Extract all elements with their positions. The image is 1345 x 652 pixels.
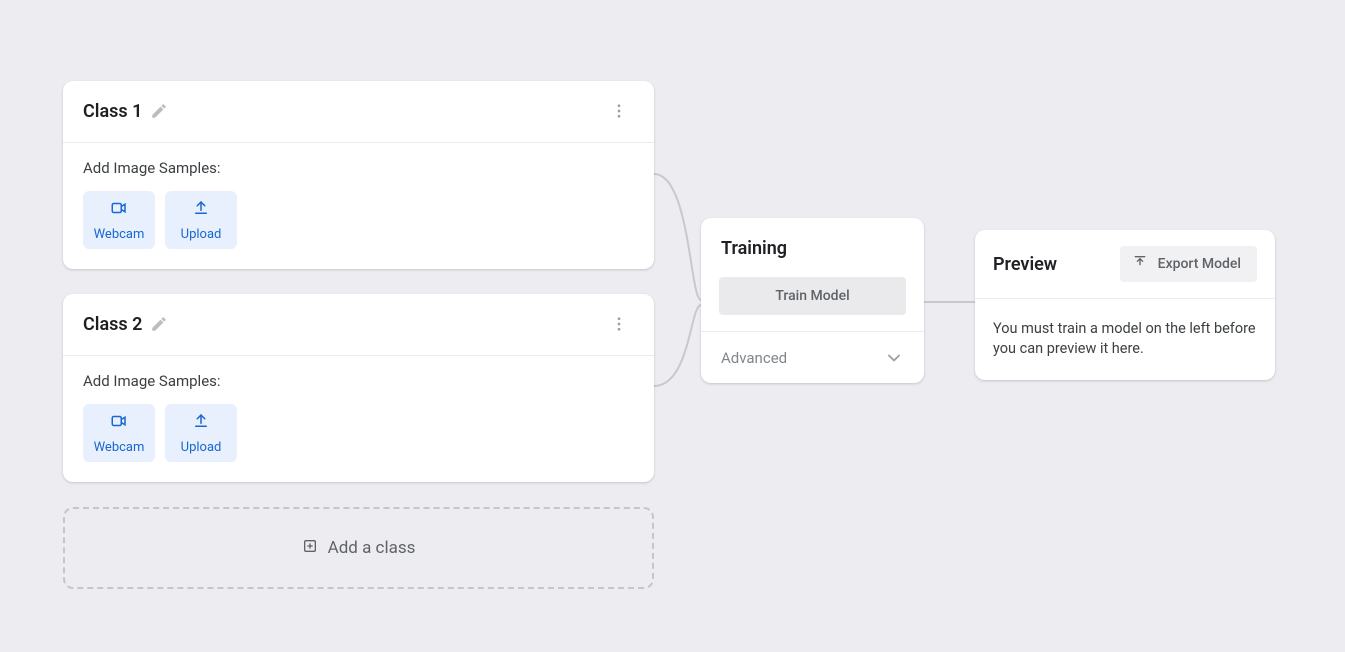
more-vert-icon[interactable] bbox=[604, 309, 634, 339]
sample-source-row: Webcam Upload bbox=[83, 404, 634, 462]
preview-title: Preview bbox=[993, 254, 1057, 275]
training-card: Training Train Model Advanced bbox=[701, 218, 924, 383]
pencil-icon[interactable] bbox=[150, 102, 168, 120]
class-title: Class 1 bbox=[83, 101, 142, 122]
export-label: Export Model bbox=[1158, 256, 1241, 272]
preview-body: You must train a model on the left befor… bbox=[975, 299, 1275, 380]
train-model-button[interactable]: Train Model bbox=[719, 277, 906, 315]
samples-label: Add Image Samples: bbox=[83, 372, 634, 390]
upload-icon bbox=[190, 199, 212, 221]
class-body: Add Image Samples: Webcam Upload bbox=[63, 143, 654, 269]
training-title: Training bbox=[721, 238, 787, 259]
chip-label: Upload bbox=[181, 227, 222, 242]
webcam-button[interactable]: Webcam bbox=[83, 404, 155, 462]
samples-label: Add Image Samples: bbox=[83, 159, 634, 177]
chip-label: Webcam bbox=[94, 227, 145, 242]
export-icon bbox=[1132, 254, 1148, 274]
videocam-icon bbox=[108, 412, 130, 434]
class-header: Class 2 bbox=[63, 294, 654, 356]
videocam-icon bbox=[108, 199, 130, 221]
upload-button[interactable]: Upload bbox=[165, 404, 237, 462]
more-vert-icon[interactable] bbox=[604, 96, 634, 126]
preview-card: Preview Export Model You must train a mo… bbox=[975, 230, 1275, 380]
pencil-icon[interactable] bbox=[150, 315, 168, 333]
chip-label: Upload bbox=[181, 440, 222, 455]
upload-button[interactable]: Upload bbox=[165, 191, 237, 249]
advanced-toggle[interactable]: Advanced bbox=[701, 331, 924, 383]
class-body: Add Image Samples: Webcam Upload bbox=[63, 356, 654, 482]
class-title: Class 2 bbox=[83, 314, 142, 335]
plus-box-icon bbox=[302, 538, 318, 559]
add-class-button[interactable]: Add a class bbox=[63, 507, 654, 589]
export-model-button[interactable]: Export Model bbox=[1120, 246, 1257, 282]
preview-header: Preview Export Model bbox=[975, 230, 1275, 299]
class-card-1: Class 1 Add Image Samples: Webcam bbox=[63, 81, 654, 269]
chip-label: Webcam bbox=[94, 440, 145, 455]
class-card-2: Class 2 Add Image Samples: Webcam bbox=[63, 294, 654, 482]
add-class-label: Add a class bbox=[328, 538, 416, 558]
sample-source-row: Webcam Upload bbox=[83, 191, 634, 249]
training-header: Training bbox=[701, 218, 924, 267]
webcam-button[interactable]: Webcam bbox=[83, 191, 155, 249]
advanced-label: Advanced bbox=[721, 349, 787, 367]
class-header: Class 1 bbox=[63, 81, 654, 143]
chevron-down-icon bbox=[884, 348, 904, 368]
upload-icon bbox=[190, 412, 212, 434]
